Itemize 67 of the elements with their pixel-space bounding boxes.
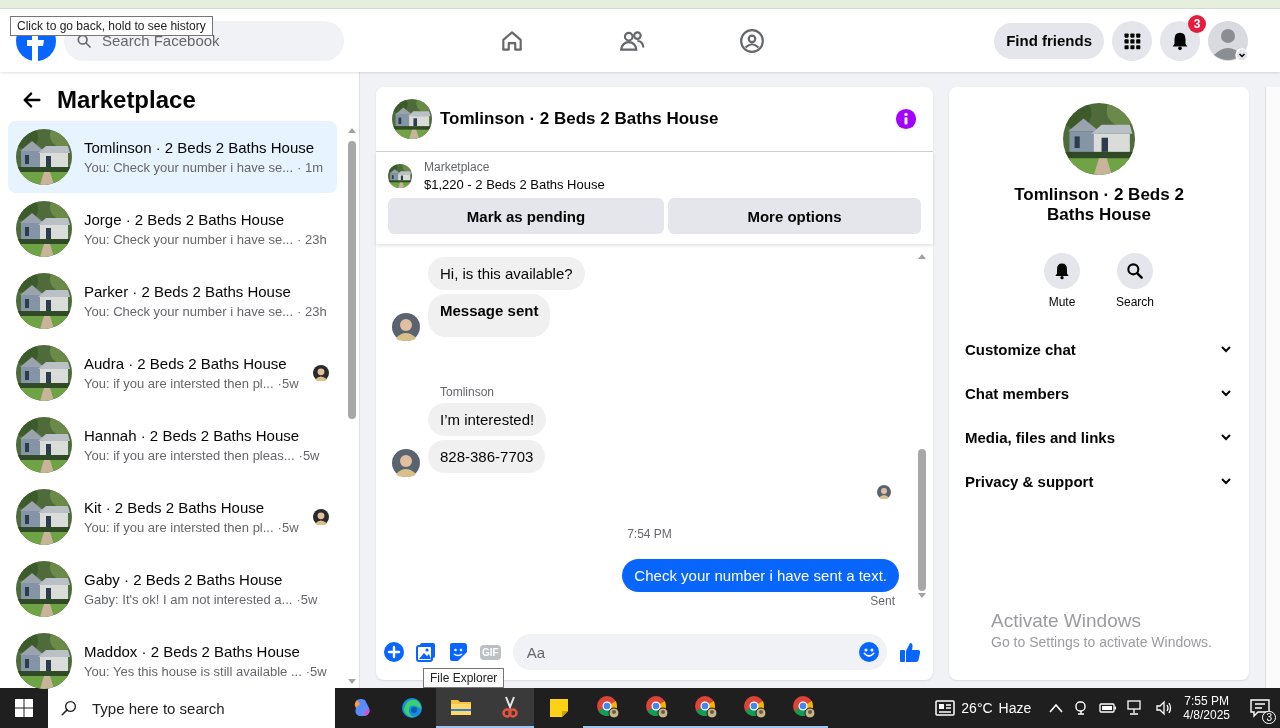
conversation-name: Gaby · 2 Beds 2 Baths House — [84, 571, 284, 588]
message-bubble: Message sent — [428, 294, 551, 337]
conversation-item[interactable]: Hannah · 2 Beds 2 Baths House You: if you are intersted then pleas... ·5w — [8, 409, 337, 481]
message-preview: You: Check your number i have se... — [84, 232, 294, 247]
panel-title: Marketplace — [57, 86, 196, 114]
conversation-name: Hannah · 2 Beds 2 Baths House — [84, 427, 301, 444]
section-header[interactable]: Privacy & support — [957, 459, 1241, 503]
activation-message: Go to Settings to activate Windows. — [991, 634, 1212, 650]
message-preview: You: Check your number i have se... — [84, 160, 294, 175]
conversation-item[interactable]: Kit · 2 Beds 2 Baths House You: if you are intersted then pl... ·5w — [8, 481, 337, 553]
conversation-item[interactable]: Parker · 2 Beds 2 Baths House You: Check your number i have se... · 23h — [8, 265, 337, 337]
timestamp: ·5w — [277, 376, 299, 391]
search-field[interactable]: Type here to search — [48, 688, 335, 728]
activation-title: Activate Windows — [991, 610, 1142, 632]
action-button[interactable]: Mark as pending — [388, 198, 664, 234]
conversation-item[interactable]: Jorge · 2 Beds 2 Baths House You: Check your number i have se... · 23h — [8, 193, 337, 265]
timestamp: ·5w — [298, 448, 320, 463]
conversation-name: Maddox · 2 Beds 2 Baths House — [84, 643, 301, 660]
action-label: Mute — [1048, 295, 1076, 309]
conversation-title: Tomlinson · 2 Beds 2 Baths House — [1013, 185, 1185, 225]
conversation-name: Audra · 2 Beds 2 Baths House — [84, 355, 288, 372]
timestamp: ·5w — [305, 664, 327, 679]
message-preview: You: if you are intersted then pleas... — [84, 448, 295, 463]
tooltip: File Explorer — [423, 668, 505, 688]
conversation-item[interactable]: Audra · 2 Beds 2 Baths House You: if you are intersted then pl... ·5w — [8, 337, 337, 409]
section-header[interactable]: Media, files and links — [957, 415, 1241, 459]
conversation-name: Parker · 2 Beds 2 Baths House — [84, 283, 292, 300]
action-button[interactable]: More options — [668, 198, 921, 234]
message-text-input[interactable]: Aa — [524, 642, 859, 662]
message-preview: Gaby: It's ok! I am not interested a... — [84, 592, 293, 607]
message-bubble: Check your number i have sent a text. — [622, 559, 899, 592]
clock-time: 7:55 PM — [1184, 694, 1229, 708]
chat-title: Tomlinson · 2 Beds 2 Baths House — [440, 109, 720, 129]
conversation-item[interactable]: Gaby · 2 Beds 2 Baths House Gaby: It's ok! I am not interested a... ·5w — [8, 553, 337, 625]
sender-name: Tomlinson — [440, 385, 495, 399]
action-label: Search — [1116, 295, 1154, 309]
timestamp: · 23h — [297, 232, 327, 247]
message-bubble: Hi, is this available? — [428, 257, 585, 290]
timestamp: · 23h — [297, 304, 327, 319]
find-friends-button[interactable]: Find friends — [994, 22, 1104, 59]
message-time: 7:54 PM — [627, 527, 672, 541]
notification-count: 3 — [1262, 711, 1276, 724]
weather-condition: Haze — [998, 700, 1032, 716]
message-bubble: 828-386-7703 — [428, 440, 546, 473]
message-bubble: I’m interested! — [428, 403, 547, 436]
clock[interactable]: 7:55 PM 4/8/2025 — [1183, 694, 1230, 722]
conversation-name: Jorge · 2 Beds 2 Baths House — [84, 211, 286, 228]
listing-price: $1,220 - 2 Beds 2 Baths House — [424, 177, 605, 192]
timestamp: · 1m — [297, 160, 324, 175]
conversation-name: Tomlinson · 2 Beds 2 Baths House — [84, 139, 316, 156]
section-header[interactable]: Chat members — [957, 371, 1241, 415]
message-preview: You: if you are intersted then pl... — [84, 376, 274, 391]
message-input[interactable]: Aa — [512, 634, 887, 670]
timestamp: ·5w — [277, 520, 299, 535]
notification-badge: 3 — [1188, 14, 1206, 33]
temperature: 26°C — [961, 700, 993, 716]
tooltip: Click to go back, hold to see history — [10, 16, 213, 36]
section-header[interactable]: Customize chat — [957, 327, 1241, 371]
conversation-item[interactable]: Tomlinson · 2 Beds 2 Baths House You: Check your number i have se... · 1m — [8, 121, 337, 193]
delivery-status: Sent — [870, 594, 895, 608]
message-preview: You: Yes this house is still available ... — [84, 664, 302, 679]
timestamp: ·5w — [296, 592, 318, 607]
clock-date: 4/8/2025 — [1183, 708, 1230, 722]
message-preview: You: Check your number i have se... — [84, 304, 294, 319]
listing-label: Marketplace — [424, 160, 491, 174]
message-preview: You: if you are intersted then pl... — [84, 520, 274, 535]
conversation-name: Kit · 2 Beds 2 Baths House — [84, 499, 266, 516]
